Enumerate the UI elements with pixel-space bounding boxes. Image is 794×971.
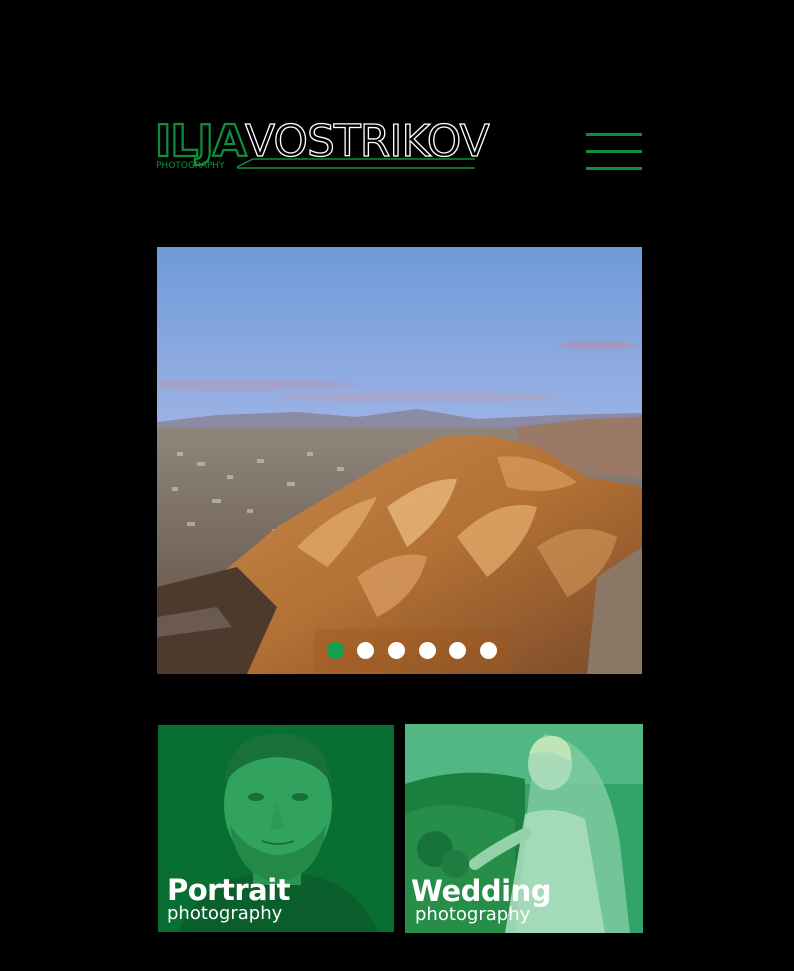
tile-subtitle: photography: [167, 903, 283, 924]
tile-title: Wedding: [411, 874, 552, 908]
slider-dots: [314, 629, 510, 671]
hero-slider[interactable]: [157, 247, 642, 674]
tile-title: Portrait: [167, 873, 291, 907]
site-logo[interactable]: ILJA VOSTRIKOV PHOTOGRAPHY: [155, 112, 490, 176]
slider-dot-6[interactable]: [480, 641, 498, 659]
slider-dot-4[interactable]: [418, 641, 436, 659]
menu-line: [586, 133, 642, 136]
slider-dot-5[interactable]: [449, 641, 467, 659]
logo-tagline: PHOTOGRAPHY: [156, 161, 225, 171]
slider-dot-2[interactable]: [357, 641, 375, 659]
slider-dot-1[interactable]: [326, 641, 344, 659]
hamburger-menu-icon[interactable]: [586, 131, 642, 173]
wedding-category-tile[interactable]: Wedding photography: [405, 724, 643, 933]
menu-line: [586, 167, 642, 170]
portrait-category-tile[interactable]: Portrait photography: [158, 725, 394, 932]
slider-dot-3[interactable]: [388, 641, 406, 659]
slide-image: [157, 247, 642, 674]
menu-line: [586, 150, 642, 153]
logo-first-name: ILJA: [155, 116, 247, 167]
tile-subtitle: photography: [415, 904, 531, 925]
logo-graphic: ILJA VOSTRIKOV PHOTOGRAPHY: [155, 115, 490, 171]
